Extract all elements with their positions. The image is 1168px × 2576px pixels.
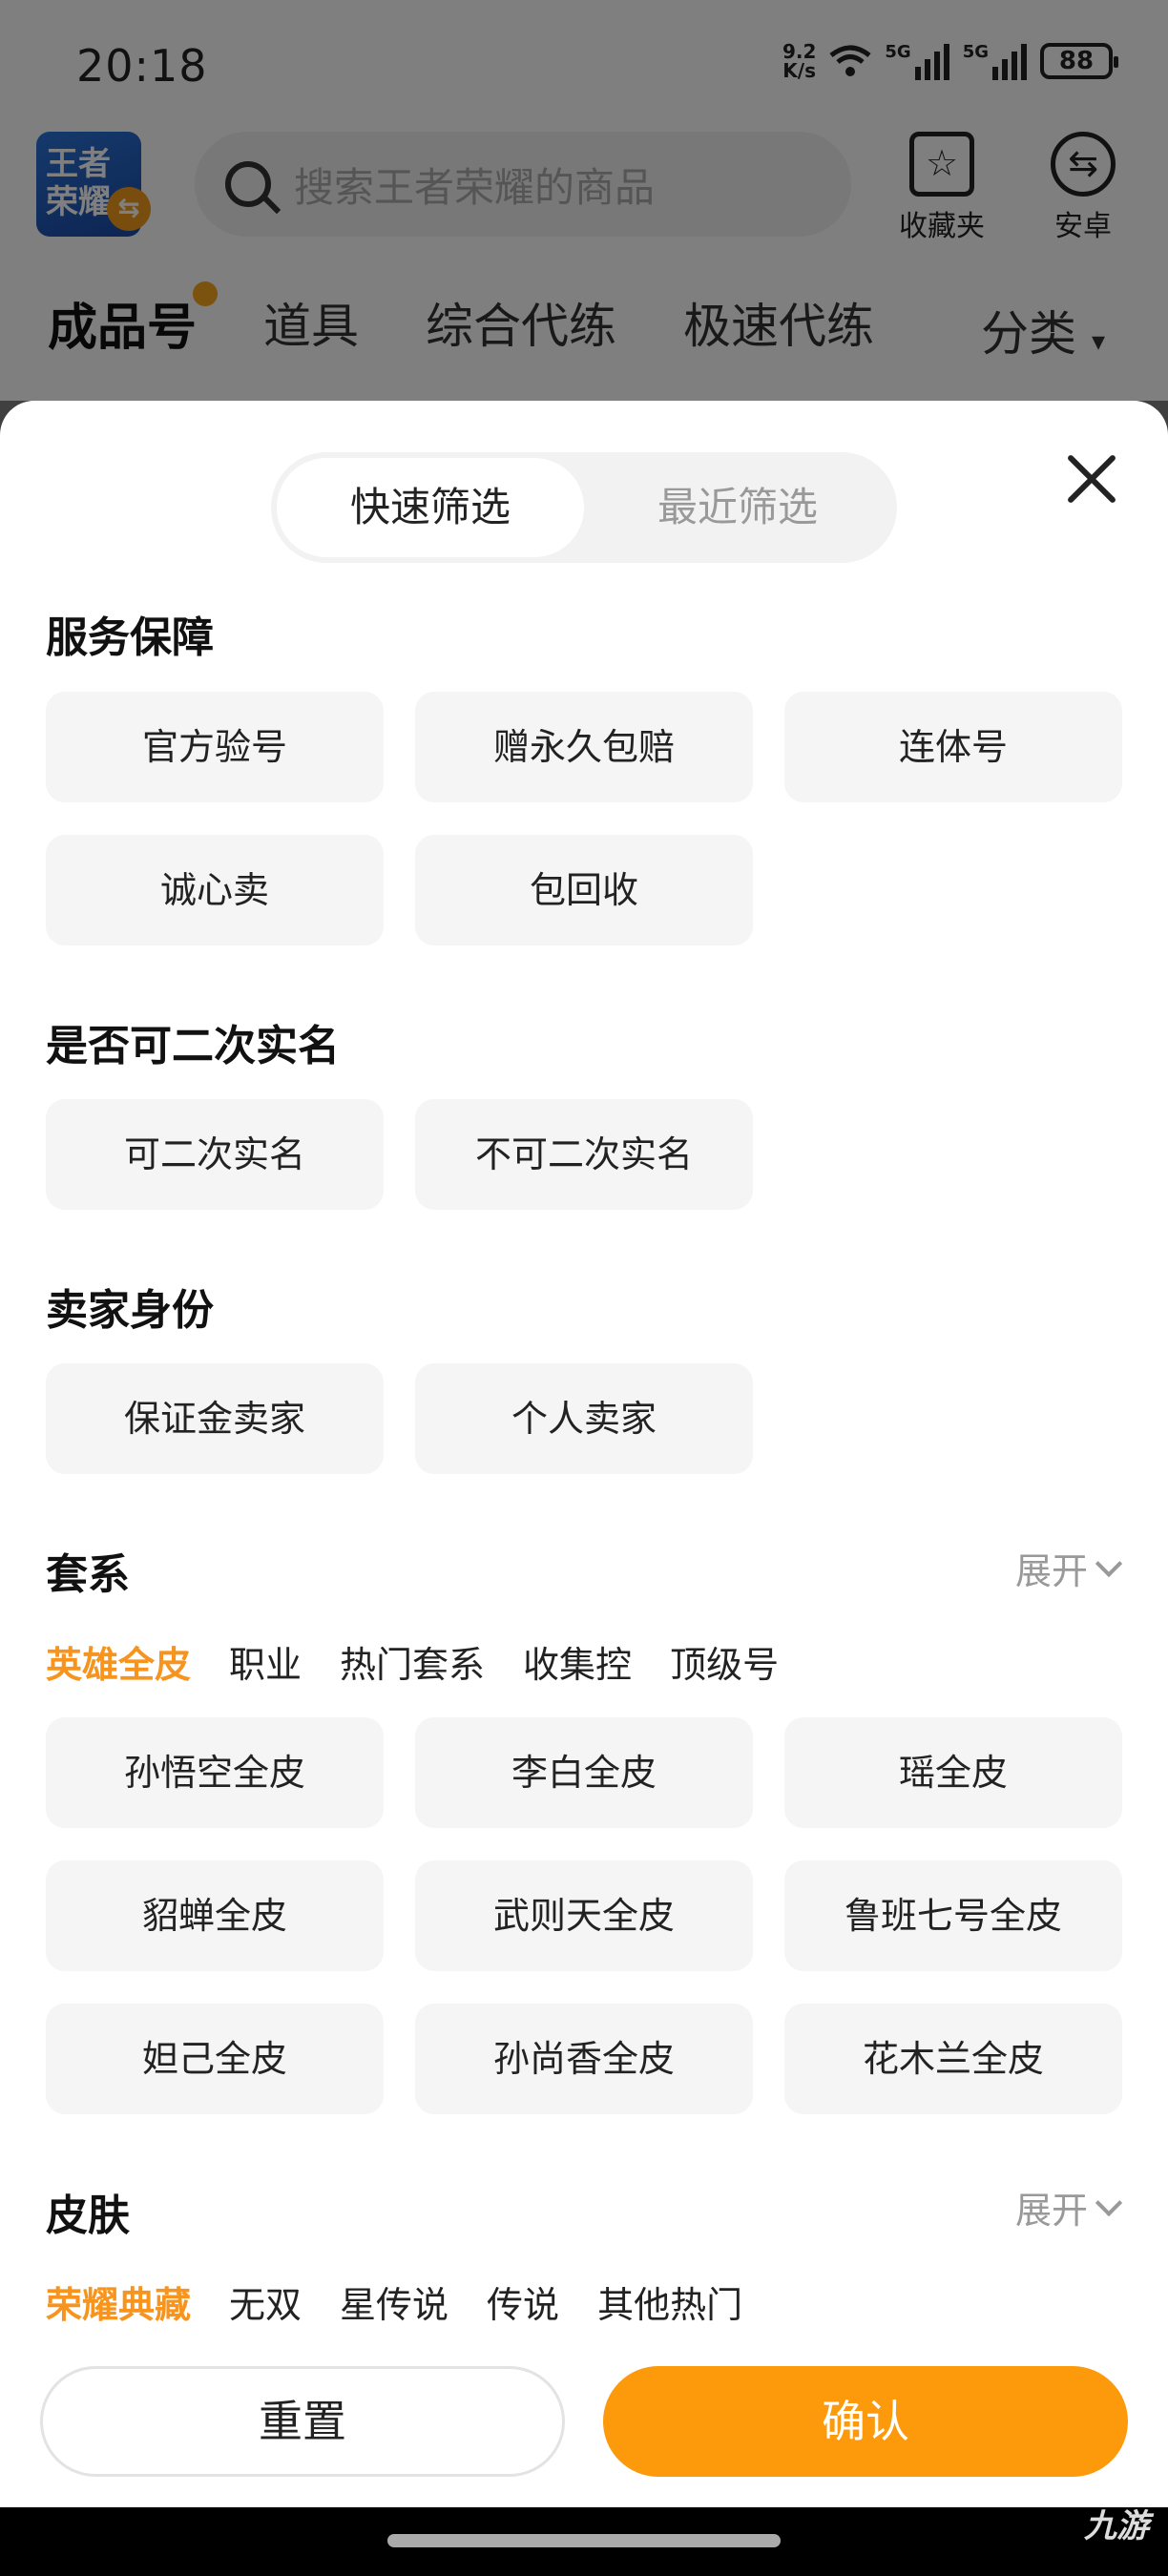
network-speed: 9.2 K/s (782, 40, 817, 82)
app-header: 王者 荣耀 ⇆ 搜索王者荣耀的商品 ☆ 收藏夹 ⇆ 安卓 (0, 124, 1168, 267)
search-placeholder: 搜索王者荣耀的商品 (294, 163, 656, 211)
filter-option[interactable]: 保证金卖家 (46, 1363, 384, 1474)
status-time: 20:18 (76, 40, 208, 92)
filter-option[interactable]: 可二次实名 (46, 1099, 384, 1210)
suite-subtabs: 英雄全皮 职业 热门套系 收集控 顶级号 (46, 1635, 779, 1688)
wifi-icon (829, 45, 871, 76)
skin-expand-button[interactable]: 展开 (1015, 2181, 1123, 2233)
filter-option[interactable]: 官方验号 (46, 692, 384, 802)
status-bar: 20:18 9.2 K/s 5G 5G 88 (0, 0, 1168, 124)
filter-sheet: 快速筛选 最近筛选 服务保障 官方验号 赠永久包赔 连体号 诚心卖 包回收 是否… (0, 401, 1168, 2507)
subtab-collector[interactable]: 收集控 (523, 1635, 632, 1688)
battery-icon: 88 (1040, 43, 1118, 79)
tab-quick-filter[interactable]: 快速筛选 (277, 458, 584, 557)
system-nav-bar (0, 2507, 1168, 2576)
subtab-star-legend[interactable]: 星传说 (340, 2275, 448, 2328)
star-icon: ☆ (909, 132, 974, 197)
platform-switch-button[interactable]: ⇆ 安卓 (1031, 132, 1136, 244)
status-icons: 9.2 K/s 5G 5G 88 (782, 40, 1118, 82)
tab-finished-account[interactable]: 成品号 (48, 280, 219, 359)
search-icon (225, 161, 271, 207)
filter-option[interactable]: 瑶全皮 (784, 1717, 1122, 1828)
subtab-legend[interactable]: 传说 (487, 2275, 559, 2328)
filter-option[interactable]: 包回收 (415, 835, 753, 945)
swap-icon: ⇆ (1051, 132, 1116, 197)
category-dropdown[interactable]: 分类 ▾ (962, 296, 1105, 364)
filter-option[interactable]: 花木兰全皮 (784, 2004, 1122, 2114)
subtab-other-hot[interactable]: 其他热门 (597, 2275, 742, 2328)
home-gesture-bar[interactable] (387, 2534, 781, 2547)
section-title-realname: 是否可二次实名 (46, 1022, 340, 1070)
background-app: 20:18 9.2 K/s 5G 5G 88 王者 荣耀 ⇆ 搜索王者荣耀的商品… (0, 0, 1168, 401)
category-tabs: 成品号 道具 综合代练 极速代练 分类 ▾ (0, 275, 1168, 370)
filter-option[interactable]: 孙尚香全皮 (415, 2004, 753, 2114)
subtab-wushuang[interactable]: 无双 (229, 2275, 302, 2328)
chevron-down-icon: ▾ (1091, 325, 1105, 357)
filter-option[interactable]: 鲁班七号全皮 (784, 1860, 1122, 1971)
filter-option[interactable]: 李白全皮 (415, 1717, 753, 1828)
watermark: 九游 (1084, 2500, 1149, 2546)
watermark-text: 九游 (1084, 2507, 1149, 2545)
tab-fast-boosting[interactable]: 极速代练 (683, 288, 874, 357)
close-icon[interactable] (1063, 450, 1120, 508)
signal-icon-sim2: 5G (963, 42, 1027, 80)
confirm-button[interactable]: 确认 (603, 2366, 1128, 2477)
subtab-hot-suite[interactable]: 热门套系 (340, 1635, 485, 1688)
section-title-skin: 皮肤 (46, 2192, 130, 2240)
chevron-down-icon (1095, 1549, 1123, 1577)
game-logo[interactable]: 王者 荣耀 ⇆ (36, 132, 151, 237)
signal-icon-sim1: 5G (885, 42, 949, 80)
subtab-hero-full-skin[interactable]: 英雄全皮 (46, 1635, 191, 1688)
section-title-suite: 套系 (46, 1550, 130, 1599)
filter-option[interactable]: 貂蝉全皮 (46, 1860, 384, 1971)
search-input[interactable]: 搜索王者荣耀的商品 (195, 132, 851, 237)
skin-subtabs: 荣耀典藏 无双 星传说 传说 其他热门 (46, 2275, 742, 2328)
favorites-button[interactable]: ☆ 收藏夹 (889, 132, 994, 244)
filter-option[interactable]: 个人卖家 (415, 1363, 753, 1474)
filter-option[interactable]: 武则天全皮 (415, 1860, 753, 1971)
swap-icon: ⇆ (107, 187, 151, 231)
reset-button[interactable]: 重置 (40, 2366, 565, 2477)
subtab-class[interactable]: 职业 (229, 1635, 302, 1688)
filter-option[interactable]: 孙悟空全皮 (46, 1717, 384, 1828)
filter-option[interactable]: 连体号 (784, 692, 1122, 802)
tab-recent-filter[interactable]: 最近筛选 (584, 458, 891, 557)
section-title-seller: 卖家身份 (46, 1286, 214, 1335)
suite-expand-button[interactable]: 展开 (1015, 1542, 1123, 1594)
tab-items[interactable]: 道具 (263, 288, 359, 357)
section-title-service: 服务保障 (46, 613, 214, 662)
filter-option[interactable]: 诚心卖 (46, 835, 384, 945)
filter-option[interactable]: 不可二次实名 (415, 1099, 753, 1210)
chevron-down-icon (1095, 2189, 1123, 2216)
filter-mode-toggle: 快速筛选 最近筛选 (271, 452, 897, 563)
tab-boosting[interactable]: 综合代练 (426, 288, 616, 357)
subtab-top-account[interactable]: 顶级号 (670, 1635, 779, 1688)
filter-option[interactable]: 赠永久包赔 (415, 692, 753, 802)
filter-option[interactable]: 妲己全皮 (46, 2004, 384, 2114)
subtab-glory-collection[interactable]: 荣耀典藏 (46, 2275, 191, 2328)
